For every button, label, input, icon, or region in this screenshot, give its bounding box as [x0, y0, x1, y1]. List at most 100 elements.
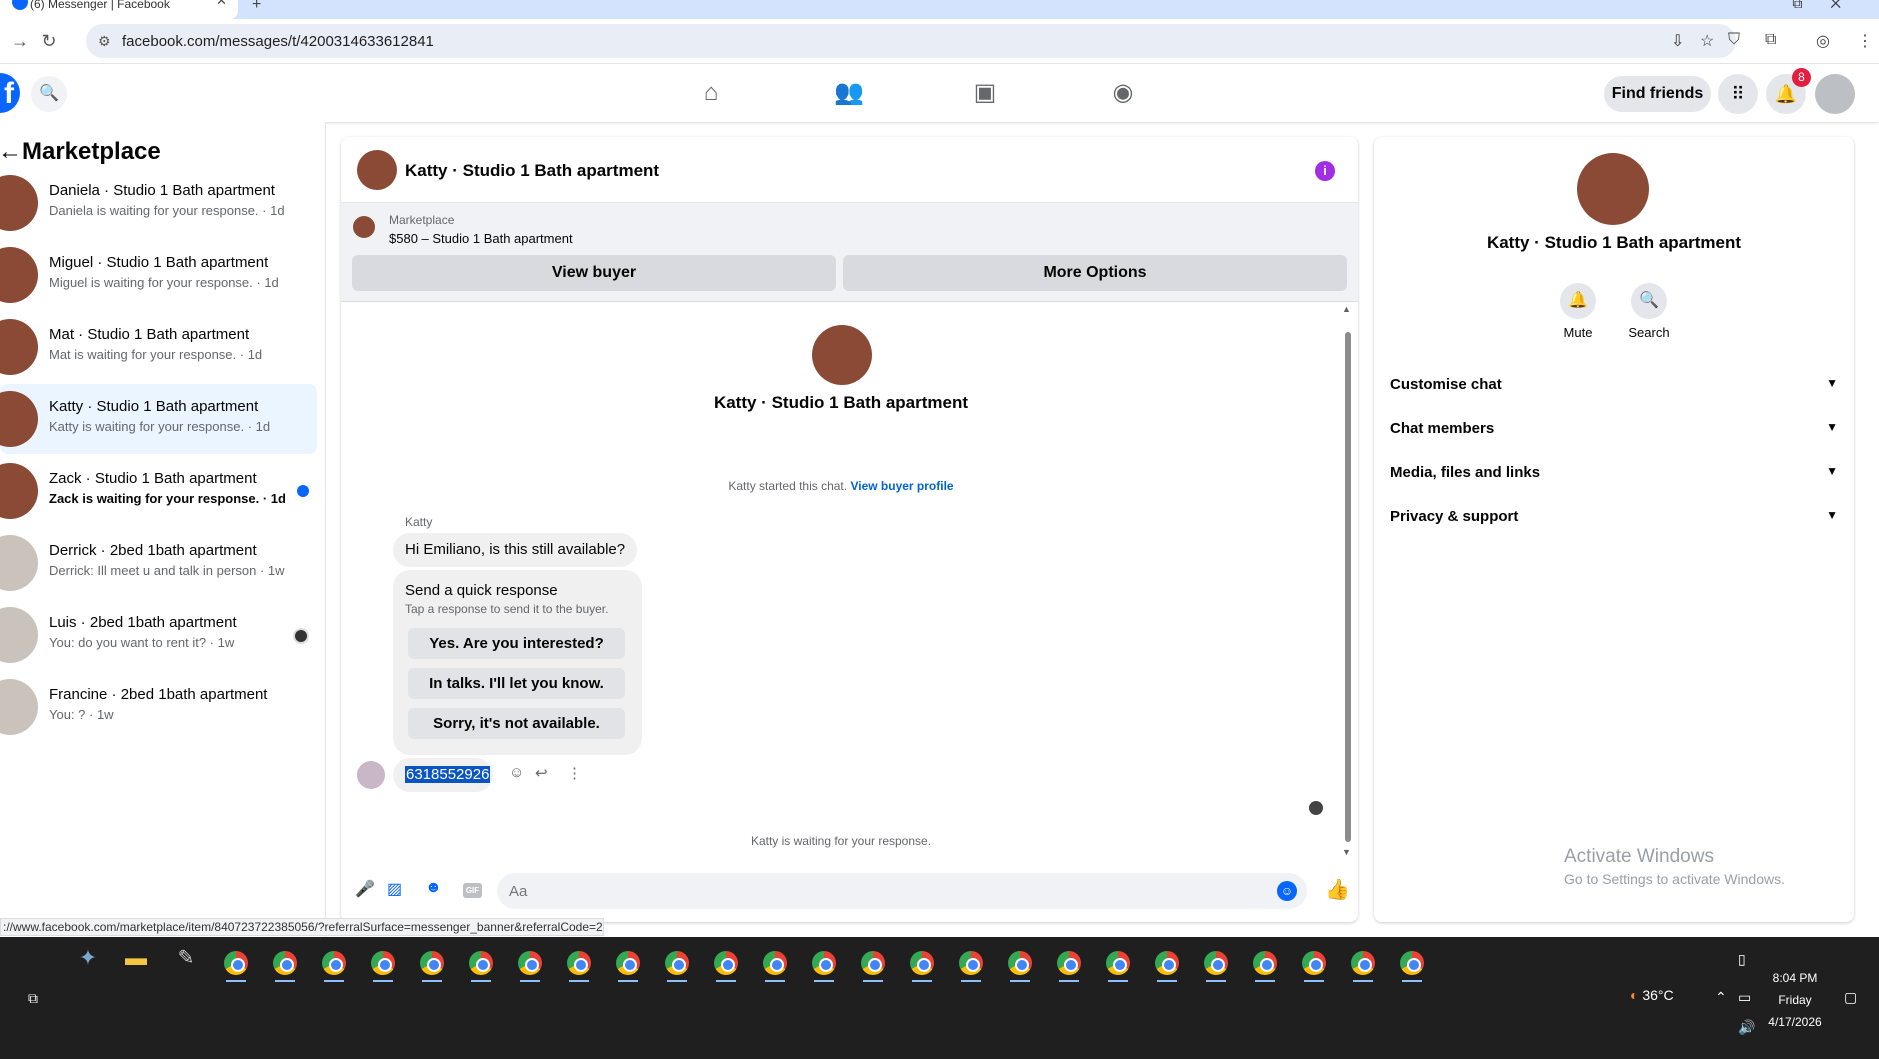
search-icon[interactable]: 🔍 — [31, 76, 67, 112]
taskbar-clock[interactable]: 8:04 PM Friday 4/17/2026 — [1760, 967, 1830, 1033]
emoji-icon[interactable]: ☺ — [1277, 881, 1297, 901]
chrome-taskbar-icon[interactable] — [267, 945, 303, 982]
chrome-taskbar-icon[interactable] — [512, 945, 548, 982]
info-icon[interactable]: i — [1315, 161, 1335, 181]
paint-icon[interactable]: ✎ — [168, 945, 204, 981]
extensions-puzzle-icon[interactable]: ⧉ — [1765, 31, 1776, 49]
groups-icon[interactable]: ◉ — [1068, 72, 1178, 114]
task-view-icon[interactable]: ⧉ — [28, 990, 38, 1007]
network-icon[interactable]: ▭ — [1738, 989, 1751, 1006]
home-icon[interactable]: ⌂ — [656, 72, 766, 114]
chrome-taskbar-icon[interactable] — [855, 945, 891, 982]
photo-icon[interactable]: ▨ — [387, 879, 402, 899]
chrome-taskbar-icon[interactable] — [659, 945, 695, 982]
phone-number-text[interactable]: 6318552926 — [405, 766, 491, 783]
address-bar[interactable]: ⚙ facebook.com/messages/t/42003146336128… — [86, 24, 1736, 58]
chrome-taskbar-icon[interactable] — [218, 945, 254, 982]
url-text[interactable]: facebook.com/messages/t/4200314633612841 — [122, 33, 434, 50]
friends-icon[interactable]: 👥 — [794, 72, 904, 114]
chat-members-section[interactable]: Chat members ▼ — [1390, 408, 1838, 452]
conversation-item[interactable]: Mat · Studio 1 Bath apartment Mat is wai… — [0, 312, 317, 382]
privacy-support-section[interactable]: Privacy & support ▼ — [1390, 496, 1838, 540]
sender-avatar[interactable] — [357, 761, 385, 789]
profile-icon[interactable]: ◎ — [1816, 31, 1830, 51]
file-explorer-icon[interactable]: ▬ — [118, 945, 154, 981]
tray-chevron-up-icon[interactable]: ⌃ — [1715, 989, 1727, 1006]
menu-grid-icon[interactable]: ⠿ — [1718, 74, 1758, 114]
scrollbar-thumb[interactable] — [1345, 332, 1351, 842]
chrome-taskbar-icon[interactable] — [463, 945, 499, 982]
conversation-item[interactable]: Derrick · 2bed 1bath apartment Derrick: … — [0, 528, 317, 598]
conversation-item[interactable]: Zack · Studio 1 Bath apartment Zack is w… — [0, 456, 317, 526]
chrome-taskbar-icon[interactable] — [561, 945, 597, 982]
scroll-up-icon[interactable]: ▲ — [1342, 304, 1351, 314]
quick-response-option[interactable]: Yes. Are you interested? — [408, 628, 625, 659]
listing-price-title[interactable]: $580 – Studio 1 Bath apartment — [389, 231, 573, 246]
chrome-taskbar-icon[interactable] — [610, 945, 646, 982]
view-buyer-profile-link[interactable]: View buyer profile — [850, 479, 953, 493]
search-button[interactable]: 🔍 Search — [1619, 283, 1679, 340]
scroll-down-icon[interactable]: ▼ — [1342, 847, 1351, 857]
listing-thumbnail[interactable] — [353, 216, 375, 238]
tab-close-icon[interactable]: ✕ — [216, 0, 227, 7]
conversation-item-active[interactable]: Katty · Studio 1 Bath apartment Katty is… — [0, 384, 317, 454]
forward-icon[interactable]: → — [8, 29, 32, 53]
more-options-button[interactable]: More Options — [843, 255, 1347, 291]
bookmark-star-icon[interactable]: ☆ — [1700, 31, 1714, 51]
chrome-taskbar-icon[interactable] — [1247, 945, 1283, 982]
window-controls[interactable]: ⧉✕ — [1792, 0, 1869, 12]
sticker-icon[interactable]: ☻ — [425, 879, 442, 897]
thumbs-up-icon[interactable]: 👍 — [1325, 877, 1350, 902]
chrome-taskbar-icon[interactable] — [953, 945, 989, 982]
quick-response-option[interactable]: In talks. I'll let you know. — [408, 668, 625, 699]
chrome-taskbar-icon[interactable] — [1296, 945, 1332, 982]
site-info-icon[interactable]: ⚙ — [98, 33, 111, 50]
chrome-taskbar-icon[interactable] — [1100, 945, 1136, 982]
new-tab-icon[interactable]: + — [252, 0, 261, 14]
volume-icon[interactable]: 🔊 — [1738, 1019, 1755, 1036]
reply-icon[interactable]: ↩ — [535, 764, 548, 782]
install-app-icon[interactable]: ⇩ — [1671, 31, 1684, 51]
back-arrow-icon[interactable]: ← — [0, 138, 22, 166]
conversation-item[interactable]: Daniela · Studio 1 Bath apartment Daniel… — [0, 168, 317, 238]
chat-title[interactable]: Katty · Studio 1 Bath apartment — [405, 161, 659, 181]
bell-icon[interactable]: 🔔 — [1560, 283, 1596, 319]
microphone-icon[interactable]: 🎤 — [355, 879, 375, 899]
notification-center-icon[interactable]: ▢ — [1844, 989, 1857, 1006]
react-emoji-icon[interactable]: ☺ — [509, 764, 524, 781]
chrome-taskbar-icon[interactable] — [1198, 945, 1234, 982]
chrome-taskbar-icon[interactable] — [757, 945, 793, 982]
copilot-icon[interactable]: ✦ — [70, 945, 106, 981]
facebook-logo-icon[interactable]: f — [0, 73, 20, 113]
chat-avatar[interactable] — [357, 150, 397, 190]
weather-widget[interactable]: ◐ 36°C — [1630, 987, 1674, 1003]
chrome-taskbar-icon[interactable] — [414, 945, 450, 982]
chrome-taskbar-icon[interactable] — [806, 945, 842, 982]
quick-response-option[interactable]: Sorry, it's not available. — [408, 708, 625, 739]
message-input[interactable] — [509, 873, 1269, 909]
chrome-taskbar-icon[interactable] — [365, 945, 401, 982]
gif-icon[interactable]: GIF — [463, 883, 482, 898]
message-composer[interactable]: ☺ — [497, 873, 1307, 909]
profile-avatar[interactable] — [812, 325, 872, 385]
chrome-taskbar-icon[interactable] — [904, 945, 940, 982]
device-icon[interactable]: ▯ — [1738, 951, 1746, 968]
account-avatar[interactable] — [1815, 74, 1855, 114]
chrome-taskbar-icon[interactable] — [1051, 945, 1087, 982]
video-icon[interactable]: ▣ — [930, 72, 1040, 114]
chrome-taskbar-icon[interactable] — [1002, 945, 1038, 982]
chrome-taskbar-icon[interactable] — [1149, 945, 1185, 982]
more-actions-icon[interactable]: ⋮ — [567, 764, 582, 782]
reload-icon[interactable]: ↻ — [37, 29, 61, 53]
details-avatar[interactable] — [1577, 153, 1649, 225]
find-friends-button[interactable]: Find friends — [1604, 76, 1711, 112]
chrome-taskbar-icon[interactable] — [708, 945, 744, 982]
conversation-item[interactable]: Miguel · Studio 1 Bath apartment Miguel … — [0, 240, 317, 310]
view-buyer-button[interactable]: View buyer — [352, 255, 836, 291]
mute-button[interactable]: 🔔 Mute — [1548, 283, 1608, 340]
chrome-taskbar-icon[interactable] — [1345, 945, 1381, 982]
chrome-taskbar-icon[interactable] — [1394, 945, 1430, 982]
extension-shield-icon[interactable]: ⛉ — [1728, 31, 1740, 49]
chrome-menu-icon[interactable]: ⋮ — [1857, 31, 1873, 51]
message-bubble[interactable]: 6318552926 — [393, 758, 493, 792]
